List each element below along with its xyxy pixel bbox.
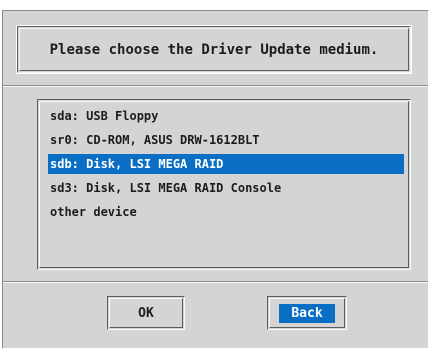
device-list-frame: sda: USB Floppy sr0: CD-ROM, ASUS DRW-16… bbox=[39, 101, 409, 268]
dialog-title: Please choose the Driver Update medium. bbox=[49, 41, 379, 58]
top-separator bbox=[3, 85, 428, 87]
dialog-title-box: Please choose the Driver Update medium. bbox=[16, 25, 412, 74]
list-item-other-device[interactable]: other device bbox=[48, 202, 137, 222]
list-item-sda[interactable]: sda: USB Floppy bbox=[48, 106, 158, 126]
driver-update-dialog: Please choose the Driver Update medium. … bbox=[2, 10, 429, 349]
list-item-sdb[interactable]: sdb: Disk, LSI MEGA RAID bbox=[48, 154, 404, 174]
list-item-sr0[interactable]: sr0: CD-ROM, ASUS DRW-1612BLT bbox=[48, 130, 260, 150]
back-button-frame: Back bbox=[269, 298, 345, 328]
device-list[interactable]: sda: USB Floppy sr0: CD-ROM, ASUS DRW-16… bbox=[37, 99, 411, 270]
bottom-separator bbox=[3, 281, 428, 283]
ok-button-frame: OK bbox=[109, 298, 183, 328]
back-button-label: Back bbox=[279, 303, 335, 323]
back-button[interactable]: Back bbox=[267, 296, 347, 330]
ok-button[interactable]: OK bbox=[107, 296, 185, 330]
list-item-sd3[interactable]: sd3: Disk, LSI MEGA RAID Console bbox=[48, 178, 281, 198]
ok-button-label: OK bbox=[138, 305, 154, 321]
dialog-title-frame: Please choose the Driver Update medium. bbox=[19, 28, 409, 71]
